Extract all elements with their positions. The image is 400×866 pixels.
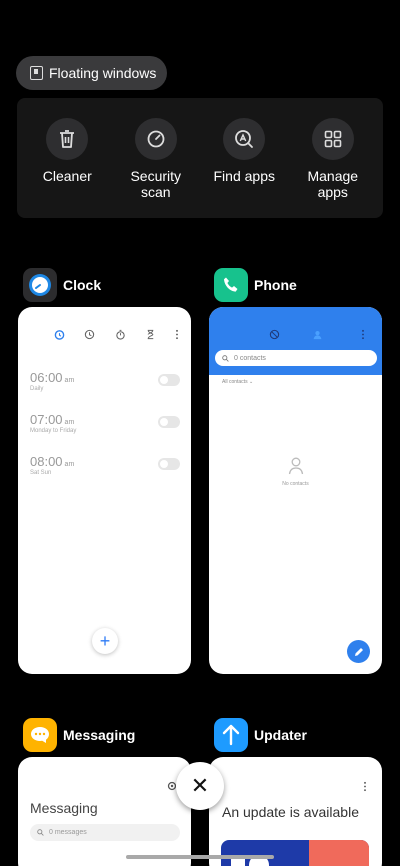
alarm-row[interactable]: 07:00 am Monday to Friday [30,412,180,442]
clock-app-title: Clock [63,277,102,293]
alarm-toggle[interactable] [158,416,180,428]
recents-tab-icon[interactable] [269,329,280,340]
alarm-row[interactable]: 06:00 am Daily [30,370,180,400]
updater-app-title: Updater [254,727,307,743]
messaging-app-title: Messaging [63,727,136,743]
quick-tools-panel: Cleaner Security scan Find apps Manage a… [17,98,383,218]
contacts-search-input[interactable]: 0 contacts [215,350,377,366]
world-clock-tab-icon[interactable] [84,329,95,340]
update-heading: An update is available [222,804,359,820]
chevron-down-icon: ⌄ [248,379,254,385]
contacts-filter-dropdown[interactable]: All contacts ⌄ [222,379,253,385]
empty-state-text: No contacts [282,481,309,487]
dialpad-button[interactable] [347,640,370,663]
floating-window-icon [30,66,43,80]
updater-app-header: Updater [214,718,307,752]
messaging-app-header: Messaging [23,718,135,752]
security-scan-button[interactable]: Security scan [116,118,196,218]
alarm-repeat: Sat Sun [30,470,52,476]
contacts-tab-icon[interactable] [312,329,323,340]
grid-icon [311,118,354,160]
find-apps-icon [223,118,266,160]
cleaner-button[interactable]: Cleaner [27,118,107,218]
clock-app-header: Clock [23,268,101,302]
update-banner-image [221,840,369,866]
home-indicator[interactable] [126,855,274,859]
messaging-heading: Messaging [30,800,98,816]
find-apps-button[interactable]: Find apps [204,118,284,218]
search-placeholder: 0 messages [49,829,87,836]
search-icon [222,354,229,362]
alarm-toggle[interactable] [158,458,180,470]
manage-apps-label: Manage apps [307,168,359,200]
clock-tab-bar [54,329,179,340]
search-placeholder: 0 contacts [234,354,266,362]
phone-app-title: Phone [254,277,297,293]
more-options-icon[interactable] [175,329,179,340]
close-icon: ✕ [190,773,210,798]
floating-windows-label: Floating windows [49,65,157,81]
alarm-row[interactable]: 08:00 am Sat Sun [30,454,180,484]
alarm-tab-icon[interactable] [54,329,65,340]
more-options-icon[interactable] [361,329,365,340]
updater-app-card[interactable]: An update is available [209,757,382,866]
clock-app-icon [23,268,57,302]
trash-icon [46,118,89,160]
messaging-app-icon [23,718,57,752]
messaging-app-card[interactable]: Messaging 0 messages [18,757,191,866]
alarm-repeat: Daily [30,386,44,392]
find-apps-label: Find apps [213,168,275,184]
alarm-toggle[interactable] [158,374,180,386]
phone-app-header: Phone [214,268,297,302]
phone-app-icon [214,268,248,302]
stopwatch-tab-icon[interactable] [115,329,126,340]
search-icon [37,829,44,836]
clock-app-card[interactable]: 06:00 am Daily 07:00 am Monday to Friday 0… [18,307,191,674]
pencil-icon [354,647,363,656]
phone-app-card[interactable]: 0 contacts All contacts ⌄ No contacts [209,307,382,674]
alarm-repeat: Monday to Friday [30,428,77,434]
more-options-icon[interactable] [363,781,367,792]
security-scan-label: Security scan [130,168,182,200]
security-gauge-icon [134,118,177,160]
timer-tab-icon[interactable] [145,329,156,340]
updater-app-icon [214,718,248,752]
add-alarm-button[interactable]: + [92,628,118,654]
cleaner-label: Cleaner [42,168,92,184]
floating-windows-button[interactable]: Floating windows [16,56,167,90]
messages-search-input[interactable]: 0 messages [30,824,180,841]
person-icon [288,457,304,475]
manage-apps-button[interactable]: Manage apps [293,118,373,218]
close-all-button[interactable]: ✕ [176,762,224,810]
